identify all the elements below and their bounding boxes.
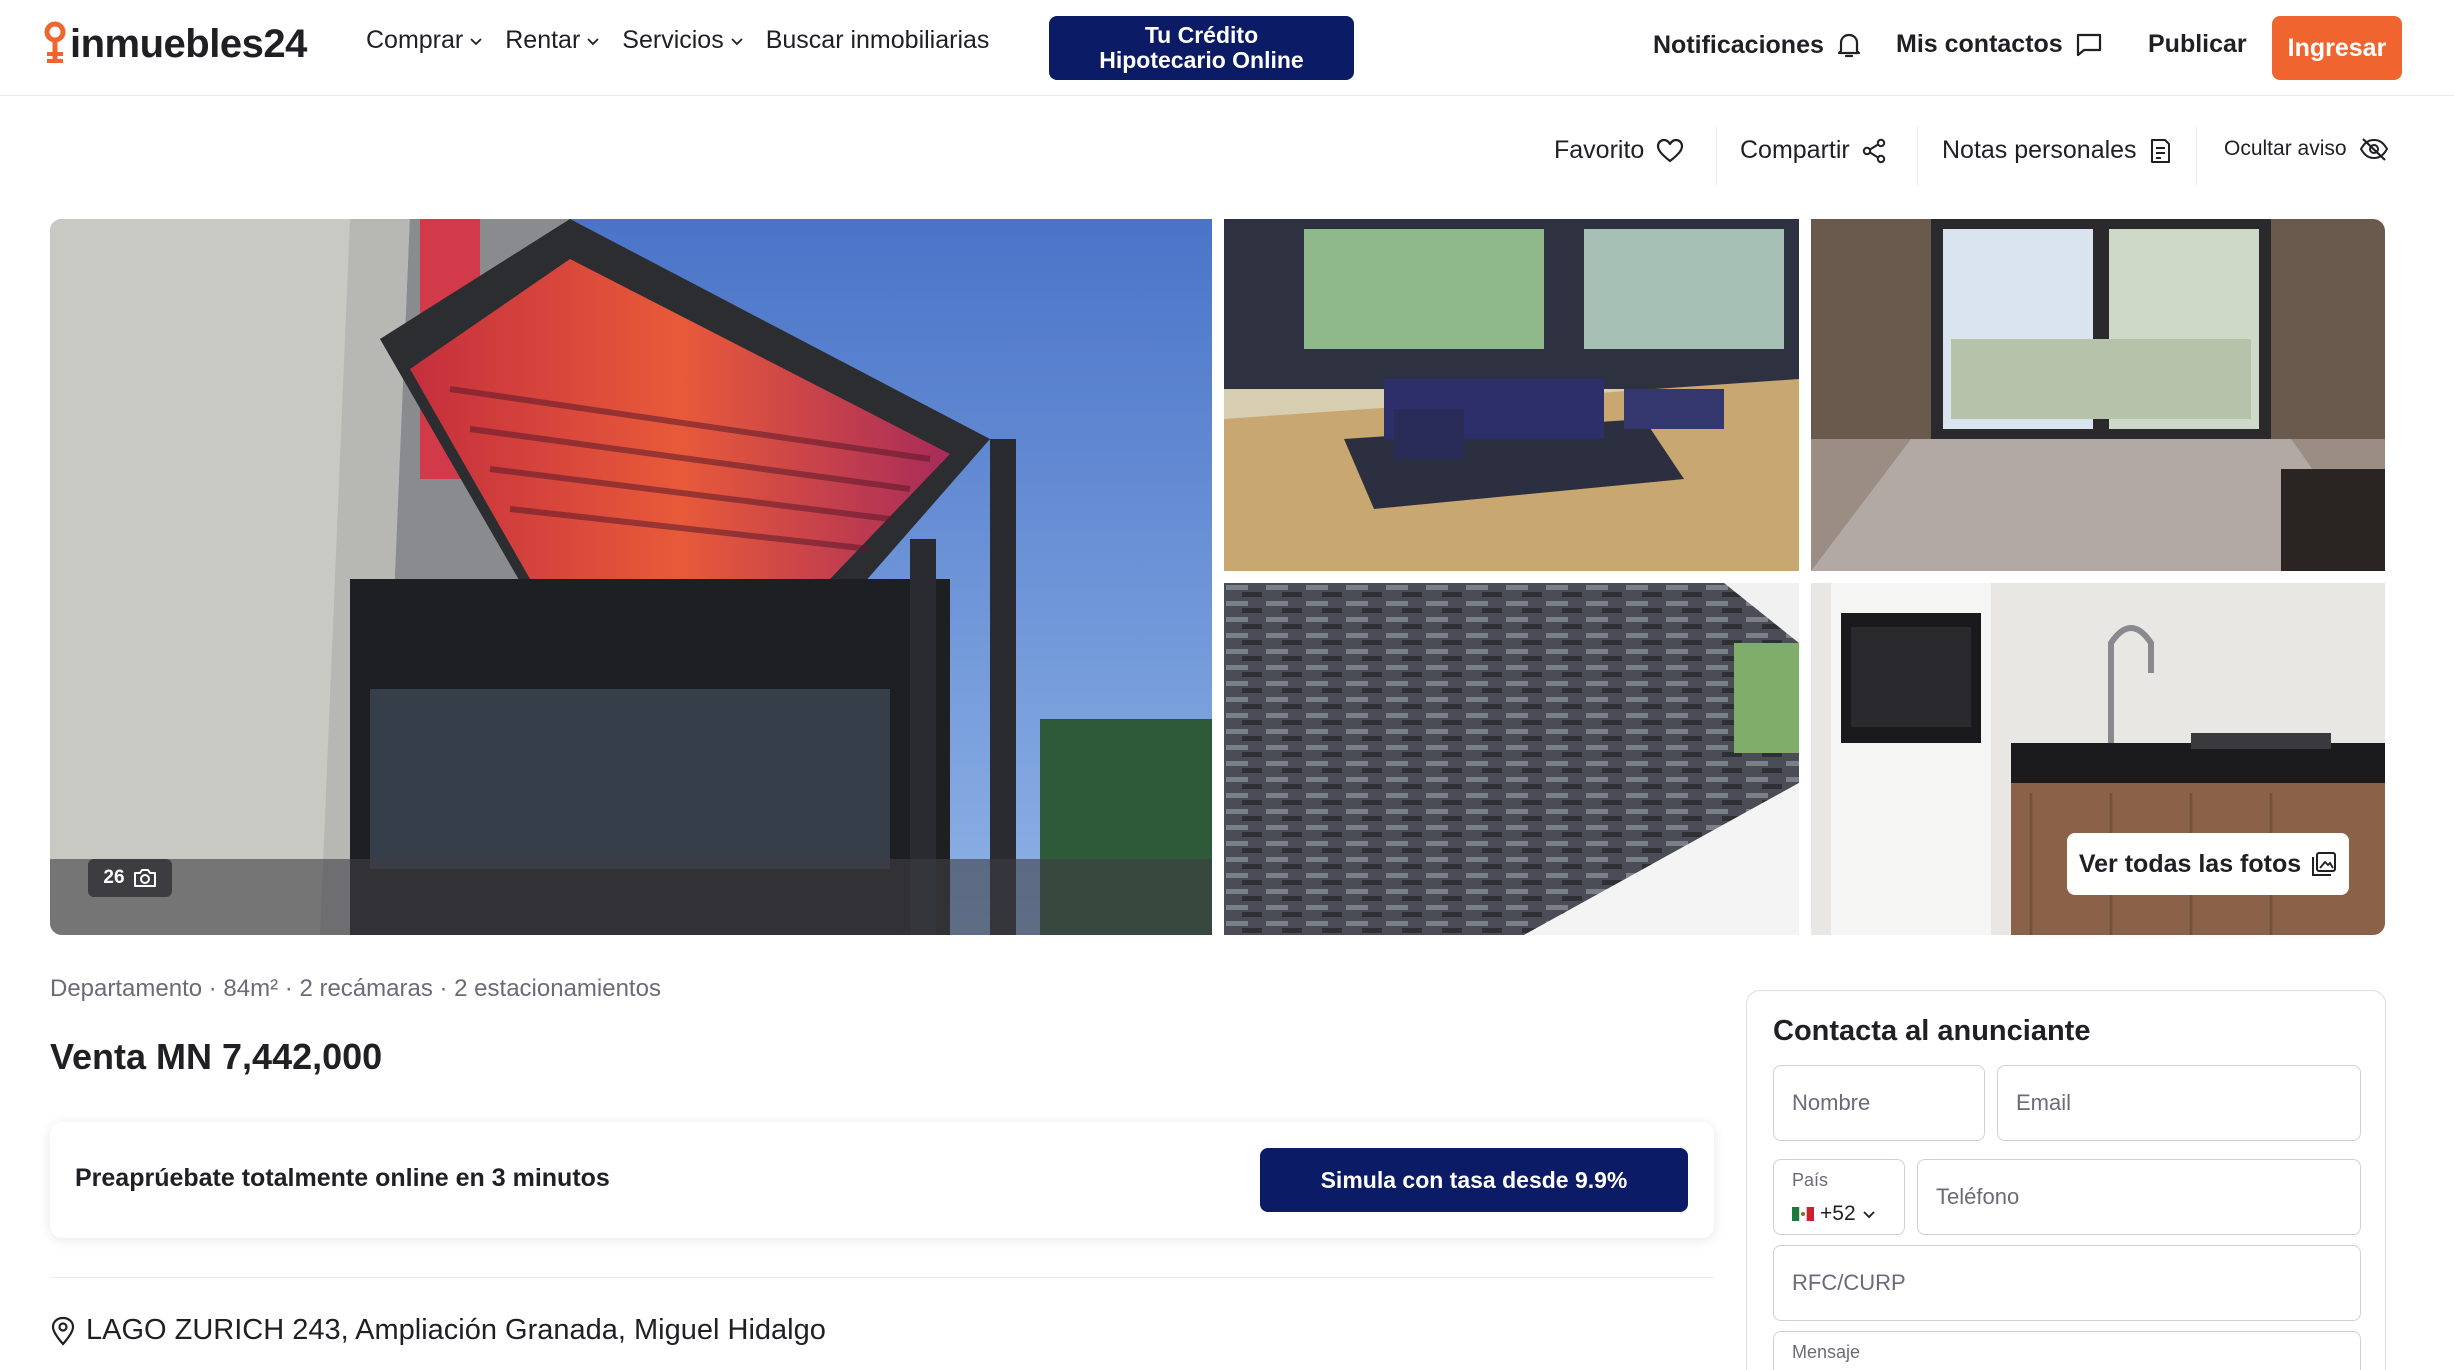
address-text: LAGO ZURICH 243, Ampliación Granada, Mig… — [86, 1314, 826, 1346]
bell-icon — [1837, 33, 1860, 58]
action-divider — [1716, 126, 1717, 186]
photo-lobby[interactable] — [1224, 219, 1799, 571]
share-icon — [1862, 138, 1885, 163]
personal-notes-button[interactable]: Notas personales — [1942, 136, 2171, 165]
view-all-photos-button[interactable]: Ver todas las fotos — [2067, 833, 2349, 895]
message-label: Mensaje — [1792, 1342, 1861, 1362]
main-nav: Comprar Rentar Servicios Buscar inmobili… — [366, 26, 1011, 55]
nav-buscar-inmobiliarias[interactable]: Buscar inmobiliarias — [766, 26, 990, 55]
preapproval-card: Preaprúebate totalmente online en 3 minu… — [50, 1122, 1714, 1238]
photo-living-room-window[interactable] — [1811, 219, 2385, 571]
my-contacts-label: Mis contactos — [1896, 30, 2063, 58]
chevron-down-icon — [470, 37, 482, 45]
mexico-flag-icon — [1792, 1207, 1814, 1221]
chat-bubble-icon — [2076, 33, 2101, 56]
phone-input[interactable] — [1918, 1160, 2360, 1234]
share-label: Compartir — [1740, 136, 1850, 164]
photo-stone-wall[interactable] — [1224, 583, 1799, 935]
feature-separator: · — [278, 975, 300, 1002]
country-label: País — [1792, 1170, 1829, 1190]
view-all-photos-label: Ver todas las fotos — [2078, 849, 2302, 878]
feature-separator: · — [202, 975, 224, 1002]
nav-buscar-inmobiliarias-label: Buscar inmobiliarias — [765, 26, 990, 54]
contact-form: Contacta al anunciante País +52 Mensaje — [1746, 990, 2386, 1370]
photo-count-value: 26 — [103, 867, 125, 888]
chevron-down-icon — [587, 37, 599, 45]
location-pin-icon — [51, 1316, 75, 1346]
simulate-rate-button[interactable]: Simula con tasa desde 9.9% — [1260, 1148, 1688, 1212]
action-divider — [1917, 126, 1918, 186]
notifications-link[interactable]: Notificaciones — [1653, 30, 1862, 60]
rfc-curp-field[interactable] — [1773, 1245, 2361, 1321]
feature-separator: · — [432, 975, 455, 1002]
chevron-down-icon — [1862, 1211, 1875, 1219]
email-input[interactable] — [1998, 1066, 2360, 1140]
site-logo[interactable]: inmuebles24 — [44, 14, 307, 74]
camera-icon — [133, 869, 156, 887]
favorite-label: Favorito — [1554, 136, 1645, 164]
gallery-icon — [2312, 852, 2337, 876]
publish-label: Publicar — [2148, 30, 2247, 58]
personal-notes-label: Notas personales — [1942, 136, 2137, 164]
email-field[interactable] — [1997, 1065, 2361, 1141]
top-navigation: inmuebles24 Comprar Rentar Servicios Bus… — [0, 0, 2454, 96]
property-features: Departamento · 84m² · 2 recámaras · 2 es… — [50, 975, 661, 1003]
heart-icon — [1657, 138, 1684, 162]
nav-comprar[interactable]: Comprar — [366, 26, 483, 55]
favorite-button[interactable]: Favorito — [1554, 136, 1684, 165]
country-value: +52 — [1792, 1202, 1876, 1226]
country-code-value: +52 — [1820, 1202, 1856, 1225]
contact-title: Contacta al anunciante — [1773, 1015, 2091, 1047]
notes-icon — [2150, 138, 2170, 163]
nav-rentar-label: Rentar — [505, 26, 581, 54]
chevron-down-icon — [731, 37, 743, 45]
mortgage-credit-button[interactable]: Tu Crédito Hipotecario Online — [1049, 16, 1354, 80]
share-button[interactable]: Compartir — [1740, 136, 1886, 165]
section-divider — [50, 1277, 1714, 1278]
login-button[interactable]: Ingresar — [2272, 16, 2402, 80]
logo-pin-icon — [44, 21, 66, 67]
name-field[interactable] — [1773, 1065, 1985, 1141]
main-photo-building-entrance[interactable] — [50, 219, 1212, 935]
preapproval-text: Preaprúebate totalmente online en 3 minu… — [75, 1164, 610, 1192]
nav-servicios-label: Servicios — [622, 26, 724, 54]
photo-count-badge[interactable]: 26 — [88, 859, 172, 897]
eye-off-icon — [2359, 138, 2388, 161]
hide-listing-button[interactable]: Ocultar aviso — [2224, 136, 2389, 162]
listing-address[interactable]: LAGO ZURICH 243, Ampliación Granada, Mig… — [50, 1314, 826, 1347]
hide-listing-label: Ocultar aviso — [2224, 137, 2347, 160]
action-divider — [2196, 126, 2197, 186]
feature-bedrooms: 2 recámaras — [299, 975, 433, 1002]
notifications-label: Notificaciones — [1653, 30, 1824, 59]
rfc-curp-input[interactable] — [1774, 1246, 2360, 1320]
phone-field[interactable] — [1917, 1159, 2361, 1235]
mortgage-credit-line1: Tu Crédito — [1144, 22, 1259, 48]
nav-comprar-label: Comprar — [366, 26, 464, 54]
message-field[interactable]: Mensaje — [1773, 1331, 2361, 1370]
nav-rentar[interactable]: Rentar — [505, 26, 600, 55]
feature-area: 84m² — [223, 975, 279, 1002]
publish-link[interactable]: Publicar — [2148, 30, 2247, 59]
feature-parking: 2 estacionamientos — [454, 975, 661, 1002]
mortgage-credit-line2: Hipotecario Online — [1099, 47, 1304, 73]
feature-type: Departamento — [50, 975, 203, 1002]
my-contacts-link[interactable]: Mis contactos — [1896, 30, 2103, 59]
name-input[interactable] — [1774, 1066, 1984, 1140]
logo-text: inmuebles24 — [70, 21, 307, 66]
nav-servicios[interactable]: Servicios — [622, 26, 743, 55]
listing-price: Venta MN 7,442,000 — [50, 1036, 383, 1077]
country-code-select[interactable]: País +52 — [1773, 1159, 1905, 1235]
